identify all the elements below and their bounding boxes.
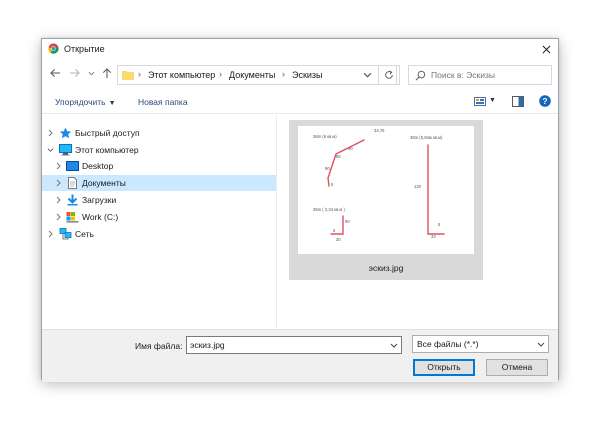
open-button[interactable]: Открыть xyxy=(413,359,475,376)
tree-item-downloads[interactable]: Загрузки xyxy=(42,192,276,208)
chevron-down-icon[interactable] xyxy=(363,71,372,79)
breadcrumb-separator: › xyxy=(138,69,141,79)
sketch-dim: 5 xyxy=(333,228,336,233)
view-options-icon[interactable] xyxy=(474,96,486,107)
file-item[interactable]: 34,75 36m (6 кв.м) 36m (5,94м кв.м) 36m … xyxy=(289,120,483,280)
tree-item-network[interactable]: Сеть xyxy=(42,226,276,242)
view-dropdown-icon[interactable]: ▼ xyxy=(489,97,496,104)
tree-item-quick-access[interactable]: Быстрый доступ xyxy=(42,125,276,141)
chevron-down-icon xyxy=(88,71,94,75)
dialog-footer: Имя файла: эскиз.jpg Все файлы (*.*) Отк… xyxy=(42,329,558,382)
breadcrumb-separator: › xyxy=(219,69,222,79)
arrow-up-icon xyxy=(102,67,112,78)
file-name-label: эскиз.jpg xyxy=(368,263,404,273)
up-button[interactable] xyxy=(100,66,114,80)
tree-item-label: Документы xyxy=(82,178,126,188)
sketch-dim: 90 xyxy=(345,219,350,224)
network-icon xyxy=(59,228,72,240)
navigation-bar: › Этот компьютер › Документы › Эскизы xyxy=(42,61,558,87)
close-button[interactable] xyxy=(534,39,558,59)
sketch-title-3: 36m ( 2,34 кв.м ) xyxy=(313,207,345,212)
tree-item-documents[interactable]: Документы xyxy=(42,175,276,191)
sketch-drawing: 34,75 36m (6 кв.м) 36m (5,94м кв.м) 36m … xyxy=(313,128,445,242)
file-thumbnail: 34,75 36m (6 кв.м) 36m (5,94м кв.м) 36m … xyxy=(298,126,474,254)
breadcrumb-documents[interactable]: Документы xyxy=(229,70,275,80)
search-box[interactable] xyxy=(408,65,552,85)
new-folder-button[interactable]: Новая папка xyxy=(138,97,188,107)
documents-icon xyxy=(68,177,77,189)
drive-icon xyxy=(66,212,79,223)
tree-item-label: Work (C:) xyxy=(82,212,119,222)
downloads-icon xyxy=(67,194,78,206)
refresh-button[interactable] xyxy=(378,65,400,85)
chevron-down-icon: ▼ xyxy=(108,100,116,107)
back-button[interactable] xyxy=(48,66,62,80)
breadcrumb-separator: › xyxy=(282,69,285,79)
file-list-area: 34,75 36m (6 кв.м) 36m (5,94м кв.м) 36m … xyxy=(278,115,558,329)
help-icon[interactable]: ? xyxy=(539,95,551,107)
tree-item-label: Сеть xyxy=(75,229,94,239)
arrow-right-icon xyxy=(69,68,80,78)
folder-icon xyxy=(122,71,134,80)
filename-label: Имя файла: xyxy=(135,341,183,351)
chevron-right-icon[interactable] xyxy=(55,162,62,170)
cancel-button[interactable]: Отмена xyxy=(486,359,548,376)
window-title: Открытие xyxy=(64,44,105,54)
chevron-right-icon[interactable] xyxy=(47,230,54,238)
sketch-dim: 33 xyxy=(431,234,436,239)
sketch-dim: 90 xyxy=(325,166,330,171)
search-input[interactable] xyxy=(431,66,549,84)
chevron-right-icon[interactable] xyxy=(47,129,54,137)
sketch-line xyxy=(327,139,365,187)
sketch-dim: 30 xyxy=(336,237,341,242)
chevron-down-icon[interactable] xyxy=(47,146,54,154)
filename-input[interactable]: эскиз.jpg xyxy=(186,336,402,354)
tree-item-label: Этот компьютер xyxy=(75,145,139,155)
file-type-value: Все файлы (*.*) xyxy=(417,339,479,349)
chevron-right-icon[interactable] xyxy=(55,179,62,187)
svg-text:?: ? xyxy=(542,96,547,106)
desktop-folder-icon xyxy=(66,161,79,171)
chevron-right-icon[interactable] xyxy=(55,196,62,204)
sketch-dim: 5 xyxy=(438,222,441,227)
chevron-right-icon[interactable] xyxy=(55,213,62,221)
search-icon xyxy=(415,70,426,81)
tree-item-desktop[interactable]: Desktop xyxy=(42,158,276,174)
tree-item-this-pc[interactable]: Этот компьютер xyxy=(42,142,276,158)
tree-item-label: Загрузки xyxy=(82,195,117,205)
tree-item-label: Desktop xyxy=(82,161,114,171)
title-bar: Открытие xyxy=(42,39,558,59)
file-type-filter[interactable]: Все файлы (*.*) xyxy=(412,335,549,353)
organize-button[interactable]: Упорядочить ▼ xyxy=(55,97,116,107)
forward-button[interactable] xyxy=(67,66,81,80)
recent-locations-button[interactable] xyxy=(86,66,96,80)
tree-item-label: Быстрый доступ xyxy=(75,128,140,138)
chevron-down-icon[interactable] xyxy=(390,342,398,349)
sketch-dim: 5 xyxy=(331,182,334,187)
chevron-down-icon xyxy=(537,342,545,347)
chrome-icon xyxy=(48,43,59,54)
arrow-left-icon xyxy=(49,68,60,78)
refresh-icon xyxy=(385,70,393,79)
sketch-title-1: 36m (6 кв.м) xyxy=(313,134,337,139)
breadcrumb-sketches[interactable]: Эскизы xyxy=(292,70,323,80)
sketch-dim: 90 xyxy=(336,154,341,159)
sketch-line xyxy=(427,144,445,235)
close-icon xyxy=(542,45,550,53)
preview-pane-icon[interactable] xyxy=(512,96,524,107)
breadcrumb-this-pc[interactable]: Этот компьютер xyxy=(148,70,215,80)
tree-item-drive-c[interactable]: Work (C:) xyxy=(42,209,276,225)
filename-value: эскиз.jpg xyxy=(190,340,225,350)
open-file-dialog: Открытие › Этот компьютер › Документы › … xyxy=(41,38,559,382)
star-icon xyxy=(59,127,72,139)
sketch-title-2: 36m (5,94м кв.м) xyxy=(410,135,443,140)
address-bar[interactable]: › Этот компьютер › Документы › Эскизы xyxy=(117,65,397,85)
sketch-dim: 120 xyxy=(414,184,422,189)
sketch-top-label: 34,75 xyxy=(374,128,385,133)
organize-label: Упорядочить xyxy=(55,97,106,107)
computer-icon xyxy=(59,144,72,156)
navigation-tree: Быстрый доступ Этот компьютер Desktop До… xyxy=(42,115,277,329)
command-toolbar: Упорядочить ▼ Новая папка ▼ ? xyxy=(42,91,558,114)
